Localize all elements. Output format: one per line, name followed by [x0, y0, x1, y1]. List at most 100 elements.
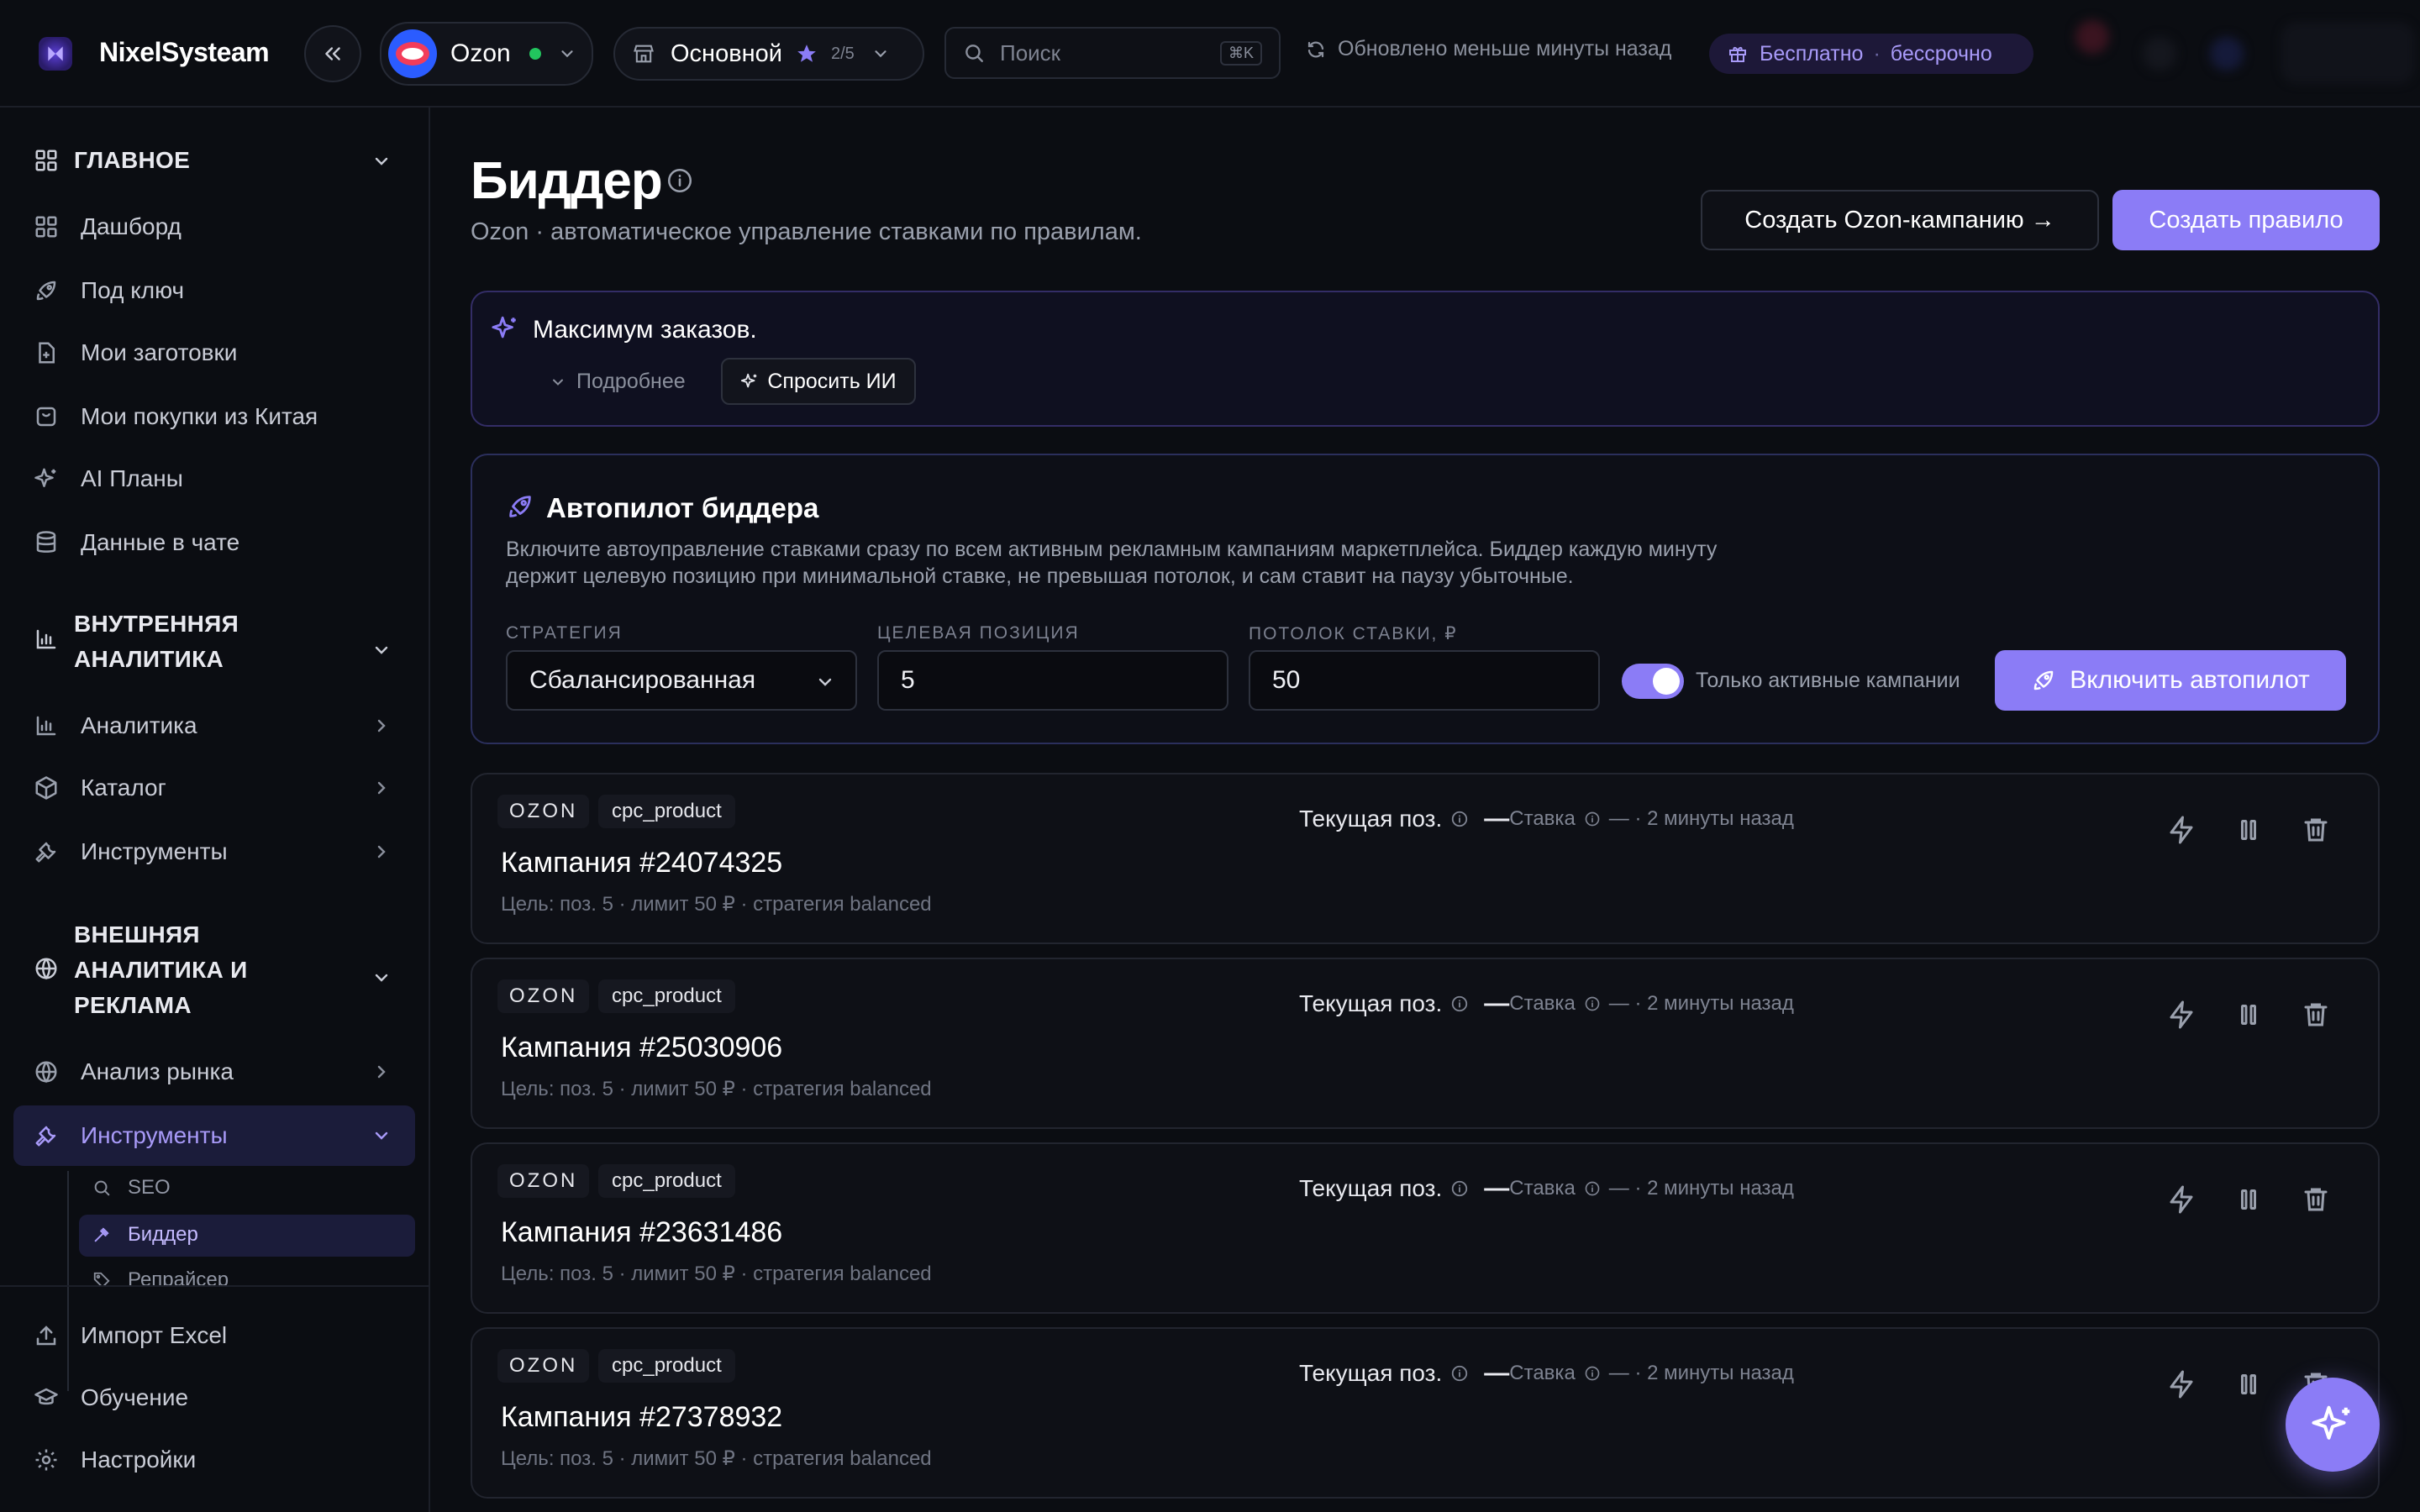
lightning-icon[interactable]	[2166, 1369, 2196, 1399]
sidebar-item-label: Каталог	[81, 774, 166, 801]
sidebar-section-label: РЕКЛАМА	[74, 992, 192, 1018]
ask-ai-label: Спросить ИИ	[767, 369, 897, 393]
campaign-card[interactable]: OZON cpc_product Кампания #24074325 Цель…	[471, 773, 2380, 944]
campaign-type-label: cpc_product	[612, 1354, 722, 1377]
sidebar-section-main[interactable]: ГЛАВНОЕ	[34, 143, 190, 178]
campaign-card[interactable]: OZON cpc_product Кампания #27378932 Цель…	[471, 1327, 2380, 1499]
info-icon[interactable]	[1584, 1365, 1601, 1382]
chevron-down-icon[interactable]	[371, 968, 392, 988]
page-subtitle: Ozon · автоматическое управление ставкам…	[471, 218, 1142, 245]
target-position-input[interactable]: 5	[877, 650, 1228, 711]
enable-autopilot-button[interactable]: Включить автопилот	[1995, 650, 2346, 711]
bid-value-updated: — · 2 минуты назад	[1608, 807, 1794, 830]
campaign-metrics: Текущая поз. — Ставка — · 2 минуты назад	[1299, 805, 1794, 833]
bid-ceiling-input[interactable]: 50	[1249, 650, 1600, 711]
campaign-card[interactable]: OZON cpc_product Кампания #23631486 Цель…	[471, 1142, 2380, 1314]
campaign-type-label: cpc_product	[612, 984, 722, 1007]
pause-icon[interactable]	[2233, 815, 2264, 845]
strategy-select[interactable]: Сбалансированная	[506, 650, 857, 711]
chevron-down-icon[interactable]	[371, 1126, 392, 1146]
sidebar-subitem-seo[interactable]: SEO	[92, 1173, 171, 1203]
ai-assistant-button[interactable]	[2286, 1378, 2380, 1472]
bid-value-updated: — · 2 минуты назад	[1608, 1177, 1794, 1200]
sidebar-item-analytics[interactable]: Аналитика	[34, 709, 197, 743]
campaign-goal: Цель: поз. 5 · лимит 50 ₽ · стратегия ba…	[501, 893, 932, 916]
sparkles-icon	[2312, 1405, 2350, 1440]
sidebar-item-label: Инструменты	[81, 838, 228, 864]
sidebar-item-dashboard[interactable]: Дашборд	[34, 210, 182, 244]
sidebar: ГЛАВНОЕ Дашборд Под ключ Мои заготовки М…	[0, 108, 430, 1512]
sidebar-section-external-analytics[interactable]: ВНЕШНЯЯ АНАЛИТИКА И РЕКЛАМА	[34, 917, 248, 1023]
info-icon[interactable]	[1450, 1179, 1469, 1198]
info-icon[interactable]	[1584, 995, 1601, 1012]
sidebar-item-turnkey[interactable]: Под ключ	[34, 274, 184, 307]
plan-badge[interactable]: Бесплатно · бессрочно	[1709, 34, 2033, 74]
sidebar-item-label: Под ключ	[81, 277, 185, 303]
tip-more-label: Подробнее	[576, 370, 686, 393]
lightning-icon[interactable]	[2166, 1184, 2196, 1215]
notification-icon[interactable]	[2075, 20, 2109, 54]
only-active-toggle[interactable]	[1622, 664, 1684, 699]
lightning-icon[interactable]	[2166, 815, 2196, 845]
app-logo-icon[interactable]	[39, 37, 72, 71]
lightning-icon[interactable]	[2166, 1000, 2196, 1030]
sidebar-item-ai-plans[interactable]: AI Планы	[34, 462, 183, 496]
campaign-title[interactable]: Кампания #25030906	[501, 1032, 782, 1064]
bid-ceiling-label: ПОТОЛОК СТАВКИ, ₽	[1249, 624, 1458, 643]
workspace-switcher[interactable]: Основной 2/5	[613, 27, 924, 81]
sidebar-item-tools-external[interactable]: Инструменты	[34, 1119, 228, 1152]
pause-icon[interactable]	[2233, 1000, 2264, 1030]
app-name[interactable]: NixelSysteam	[99, 37, 270, 68]
chevron-down-icon[interactable]	[371, 640, 392, 660]
info-icon[interactable]	[666, 166, 694, 195]
sidebar-item-chat-data[interactable]: Данные в чате	[34, 526, 239, 559]
tip-more-toggle[interactable]: Подробнее	[550, 370, 686, 394]
campaign-type-badge: cpc_product	[598, 1164, 735, 1198]
create-ozon-campaign-button[interactable]: Создать Ozon-кампанию →	[1701, 190, 2099, 250]
sidebar-section-internal-analytics[interactable]: ВНУТРЕННЯЯ АНАЛИТИКА	[34, 606, 239, 677]
help-icon[interactable]	[2143, 37, 2176, 71]
marketplace-switcher[interactable]: Ozon	[380, 22, 593, 86]
autopilot-card: Автопилот биддера Включите автоуправлени…	[471, 454, 2380, 744]
campaign-title[interactable]: Кампания #24074325	[501, 847, 782, 879]
chevron-down-icon	[875, 50, 886, 58]
campaign-title[interactable]: Кампания #27378932	[501, 1401, 782, 1434]
trash-icon[interactable]	[2301, 1184, 2331, 1215]
user-menu-button[interactable]	[2281, 22, 2415, 84]
sidebar-item-catalog[interactable]: Каталог	[34, 771, 166, 805]
info-icon[interactable]	[1450, 1364, 1469, 1383]
sidebar-item-china-purchases[interactable]: Мои покупки из Китая	[34, 400, 318, 433]
grid-icon	[35, 150, 57, 171]
star-icon	[797, 45, 816, 62]
sidebar-item-drafts[interactable]: Мои заготовки	[34, 336, 237, 370]
sidebar-item-market-analysis[interactable]: Анализ рынка	[34, 1055, 234, 1089]
pause-icon[interactable]	[2233, 1369, 2264, 1399]
sidebar-subitem-label: Биддер	[128, 1223, 198, 1246]
sidebar-item-settings[interactable]: Настройки	[34, 1443, 196, 1477]
create-rule-button[interactable]: Создать правило	[2112, 190, 2380, 250]
campaign-type-badge: cpc_product	[598, 795, 735, 828]
theme-icon[interactable]	[2210, 37, 2244, 71]
trash-icon[interactable]	[2301, 1000, 2331, 1030]
sidebar-item-import-excel[interactable]: Импорт Excel	[34, 1319, 227, 1352]
info-icon[interactable]	[1584, 811, 1601, 827]
ask-ai-button[interactable]: Спросить ИИ	[721, 358, 916, 405]
info-icon[interactable]	[1450, 810, 1469, 828]
sidebar-item-tools-internal[interactable]: Инструменты	[34, 835, 228, 869]
search-input[interactable]: Поиск ⌘K	[944, 27, 1281, 79]
sidebar-subitem-bidder[interactable]: Биддер	[92, 1220, 198, 1250]
plan-separator: ·	[1873, 41, 1881, 66]
info-icon[interactable]	[1450, 995, 1469, 1013]
trash-icon[interactable]	[2301, 815, 2331, 845]
chevron-down-icon[interactable]	[371, 151, 392, 171]
campaign-title[interactable]: Кампания #23631486	[501, 1216, 782, 1249]
campaign-metrics: Текущая поз. — Ставка — · 2 минуты назад	[1299, 1359, 1794, 1388]
info-icon[interactable]	[1584, 1180, 1601, 1197]
sidebar-item-learning[interactable]: Обучение	[34, 1381, 188, 1415]
current-position-value: —	[1484, 1359, 1510, 1387]
current-position-value: —	[1484, 1174, 1510, 1202]
campaign-card[interactable]: OZON cpc_product Кампания #25030906 Цель…	[471, 958, 2380, 1129]
sidebar-subitem-repricer[interactable]: Репрайсер	[92, 1265, 229, 1285]
pause-icon[interactable]	[2233, 1184, 2264, 1215]
collapse-sidebar-button[interactable]	[304, 25, 361, 82]
